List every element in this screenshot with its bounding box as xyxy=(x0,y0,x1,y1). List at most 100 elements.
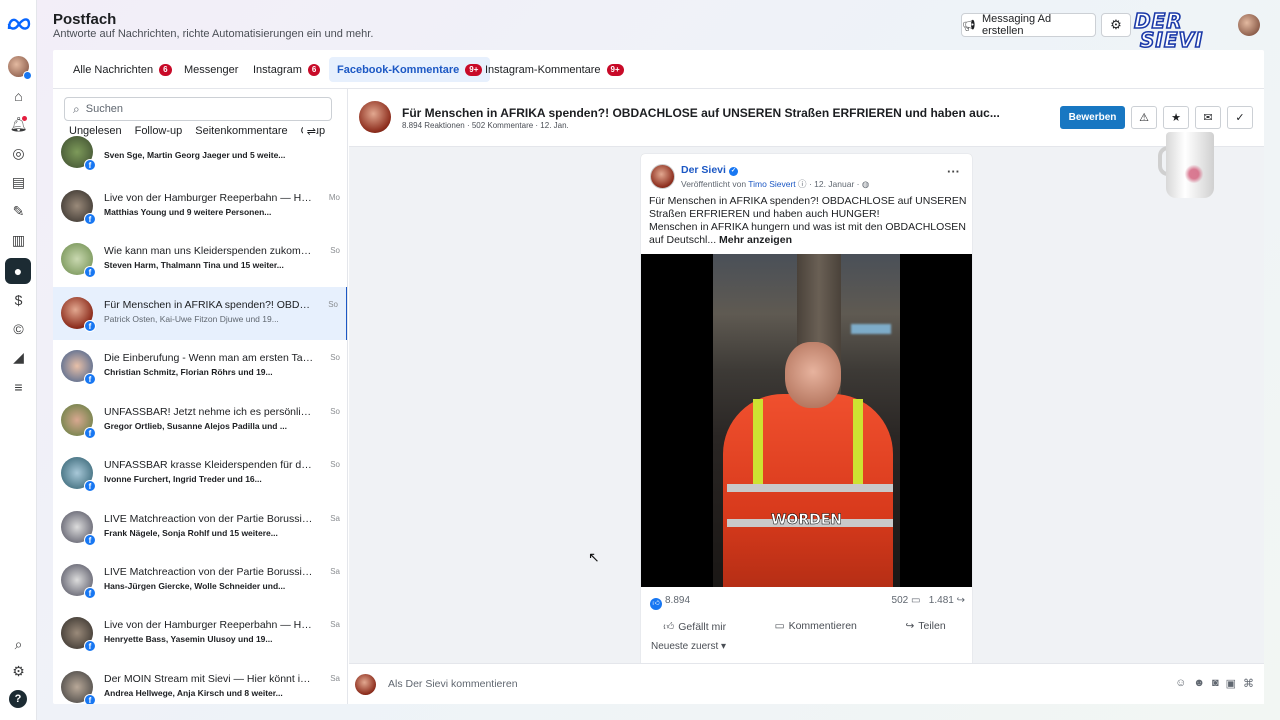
search-input[interactable]: ⌕ Suchen xyxy=(64,97,332,121)
conversation-list: ⌕ Suchen Ungelesen Follow-up Seitenkomme… xyxy=(53,89,348,704)
done-button[interactable]: ✓ xyxy=(1227,106,1253,129)
meta-logo-icon[interactable] xyxy=(6,14,32,34)
post-author-avatar xyxy=(650,164,675,189)
tab-facebook-comments[interactable]: Facebook-Kommentare 9+ xyxy=(329,57,491,82)
attach-icon[interactable]: ⌘ xyxy=(1243,677,1254,690)
verified-icon: ✓ xyxy=(728,167,738,176)
list-item[interactable]: f LIVE Matchreaction von der Partie Boru… xyxy=(53,501,347,554)
avatar: f xyxy=(61,297,96,332)
avatar: f xyxy=(61,617,96,652)
megaphone-icon: 📢︎ xyxy=(962,19,976,32)
home-icon[interactable]: ⌂ xyxy=(8,85,29,106)
mail-icon: ✉ xyxy=(1203,112,1213,124)
mouse-cursor-icon: ↖ xyxy=(588,549,600,565)
post-video[interactable]: WORDEN xyxy=(641,254,972,587)
comment-button[interactable]: ▭ Kommentieren xyxy=(775,620,861,632)
star-icon: ★ xyxy=(1171,112,1181,124)
video-frame: WORDEN xyxy=(713,254,900,587)
thumbs-up-icon: 👍︎ xyxy=(663,620,675,633)
inbox-icon[interactable]: ● xyxy=(5,258,31,284)
apply-button[interactable]: Bewerben xyxy=(1060,106,1125,129)
comment-icon: ▭ xyxy=(774,620,785,632)
star-button[interactable]: ★ xyxy=(1163,106,1189,129)
compass-icon[interactable]: ◎ xyxy=(8,143,29,164)
copyright-icon[interactable]: © xyxy=(8,318,29,339)
avatar: f xyxy=(61,243,96,278)
menu-icon[interactable]: ≡ xyxy=(8,376,29,397)
camera-icon[interactable]: ◙ xyxy=(1212,677,1219,690)
post-actions: 👍︎ Gefällt mir ▭ Kommentieren ↪ Teilen xyxy=(641,614,972,638)
mail-button[interactable]: ✉ xyxy=(1195,106,1221,129)
messaging-ad-button[interactable]: 📢︎ Messaging Ad erstellen xyxy=(961,13,1096,37)
warning-icon: ⚠ xyxy=(1139,112,1149,124)
composer-tools: ☺ ☻ ◙ ▣ ⌘ xyxy=(1175,677,1254,690)
see-more-link[interactable]: Mehr anzeigen xyxy=(719,234,792,246)
list-item[interactable]: f UNFASSBAR! Jetzt nehme ich es persönli… xyxy=(53,394,347,447)
tab-instagram[interactable]: Instagram 6 xyxy=(245,57,328,82)
report-button[interactable]: ⚠ xyxy=(1131,106,1157,129)
avatar: f xyxy=(61,457,96,492)
page-subtitle: Antworte auf Nachrichten, richte Automat… xyxy=(53,28,374,40)
content-icon[interactable]: ▤ xyxy=(8,172,29,193)
help-icon[interactable]: ? xyxy=(9,690,27,708)
more-options-icon[interactable]: ··· xyxy=(947,164,960,179)
avatar: f xyxy=(61,404,96,439)
comment-icon: ▭ xyxy=(911,595,921,606)
list-item[interactable]: f Wie kann man uns Kleiderspenden zukomm… xyxy=(53,233,347,286)
comment-sort-dropdown[interactable]: Neueste zuerst ▾ xyxy=(651,641,726,652)
insights-icon[interactable]: ▥ xyxy=(8,230,29,251)
checkmark-icon: ✓ xyxy=(1235,112,1245,124)
monetization-icon[interactable]: $ xyxy=(8,289,29,310)
ads-icon[interactable]: ◢ xyxy=(8,347,29,368)
list-item[interactable]: f Der MOIN Stream mit Sievi — Hier könnt… xyxy=(53,661,347,704)
globe-icon: ◍ xyxy=(861,179,870,189)
search-icon: ⌕ xyxy=(73,101,80,116)
avatar: f xyxy=(61,350,96,385)
notifications-icon[interactable]: 🔔︎ xyxy=(8,114,29,135)
post-info: Veröffentlicht von Timo Sievert ⓘ · 12. … xyxy=(681,179,870,189)
settings-button[interactable]: ⚙ xyxy=(1101,13,1131,37)
like-button[interactable]: 👍︎ Gefällt mir xyxy=(663,620,730,633)
share-icon: ↪ xyxy=(956,595,965,606)
thread-content: Der Sievi ✓ Veröffentlicht von Timo Sieve… xyxy=(349,147,1264,663)
share-icon: ↪ xyxy=(905,620,915,632)
page-title: Postfach xyxy=(53,11,117,28)
thread-meta: 8.894 Reaktionen · 502 Kommentare · 12. … xyxy=(402,121,569,130)
inbox-panel: Alle Nachrichten 6 Messenger Instagram 6 F… xyxy=(53,50,1264,704)
post-author[interactable]: Der Sievi ✓ xyxy=(681,164,738,176)
inbox-tabs: Alle Nachrichten 6 Messenger Instagram 6 F… xyxy=(53,50,1264,89)
tab-messenger[interactable]: Messenger xyxy=(176,57,246,82)
sticker-icon[interactable]: ☺ xyxy=(1175,677,1186,690)
composer-avatar xyxy=(355,674,376,695)
list-item[interactable]: f Live von der Hamburger Reeperbahn — Hi… xyxy=(53,180,347,233)
account-avatar[interactable] xyxy=(8,56,32,80)
avatar: f xyxy=(61,511,96,546)
tab-instagram-comments[interactable]: Instagram-Kommentare 9+ xyxy=(477,57,632,82)
post-stats: 👍︎ 8.894 502 ▭ 1.481 ↪ xyxy=(650,595,965,610)
search-icon[interactable]: ⌕ xyxy=(8,634,29,655)
left-nav-rail: ⌂ 🔔︎ ◎ ▤ ✎ ▥ ● $ © ◢ ≡ ⌕ ⚙ ? xyxy=(0,0,37,720)
gif-icon[interactable]: ▣ xyxy=(1226,677,1236,690)
avatar: f xyxy=(61,671,96,704)
avatar: f xyxy=(61,136,96,171)
tab-all-messages[interactable]: Alle Nachrichten 6 xyxy=(65,57,180,82)
list-item[interactable]: f Live von der Hamburger Reeperbahn — Hi… xyxy=(53,607,347,660)
list-item-selected[interactable]: f Für Menschen in AFRIKA spenden?! OBDAC… xyxy=(53,287,347,340)
list-item[interactable]: f Die Einberufung - Wenn man am ersten T… xyxy=(53,340,347,393)
gear-icon: ⚙ xyxy=(1110,17,1122,32)
share-button[interactable]: ↪ Teilen xyxy=(905,620,949,632)
emoji-icon[interactable]: ☻ xyxy=(1193,677,1205,690)
comment-input[interactable]: Als Der Sievi kommentieren xyxy=(388,678,518,690)
list-item[interactable]: f UNFASSBAR krasse Kleiderspenden für di… xyxy=(53,447,347,500)
chevron-down-icon: ▾ xyxy=(721,641,727,652)
settings-icon[interactable]: ⚙ xyxy=(8,661,29,682)
post-text: Für Menschen in AFRIKA spenden?! OBDACHL… xyxy=(649,195,967,246)
avatar: f xyxy=(61,190,96,225)
thread-title: Für Menschen in AFRIKA spenden?! OBDACHL… xyxy=(402,106,1000,120)
facebook-post: Der Sievi ✓ Veröffentlicht von Timo Sieve… xyxy=(641,154,972,663)
planner-icon[interactable]: ✎ xyxy=(8,201,29,222)
thread-avatar xyxy=(359,101,391,133)
like-reaction-icon: 👍︎ xyxy=(650,598,662,610)
list-item[interactable]: f LIVE Matchreaction von der Partie Boru… xyxy=(53,554,347,607)
brand-logo: DER SIEVI xyxy=(1133,9,1204,52)
